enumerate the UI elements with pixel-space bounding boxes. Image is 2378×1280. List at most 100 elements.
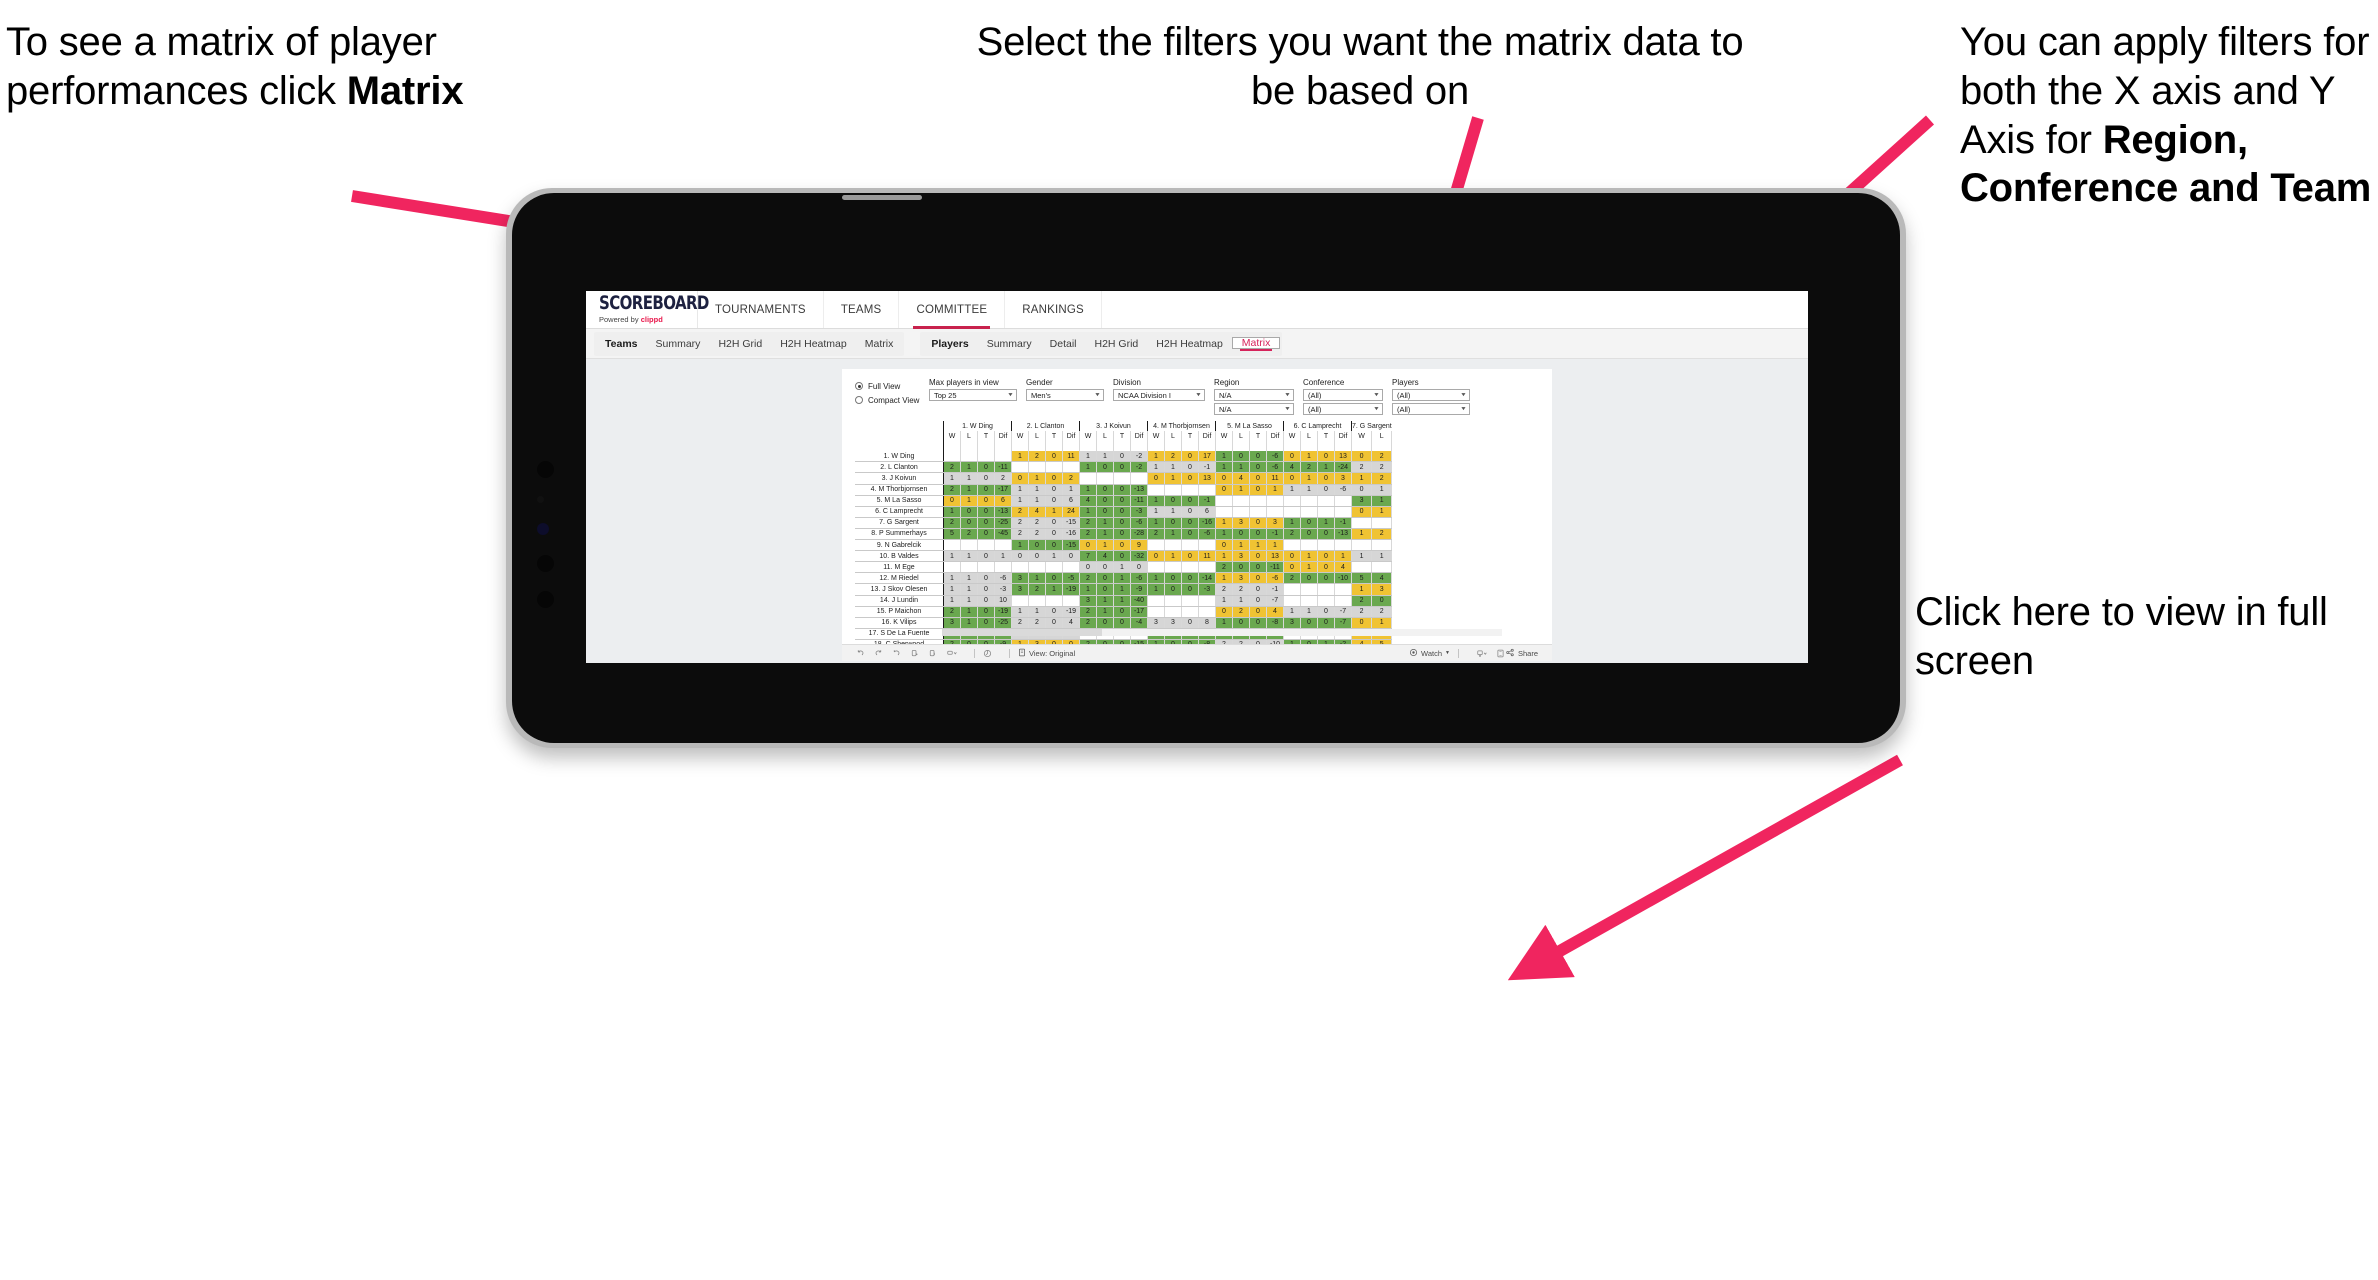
- matrix-cell[interactable]: [1181, 539, 1199, 552]
- matrix-row[interactable]: 6. C Lamprecht 1 0 0 -13 2 4 1 24 1 0 0 -3 1 1 0 6 0 1: [855, 506, 1393, 518]
- matrix-cell[interactable]: [1300, 595, 1318, 607]
- matrix-cell[interactable]: 0: [1181, 583, 1199, 596]
- matrix-cell[interactable]: 0: [1045, 617, 1063, 629]
- matrix-cell[interactable]: -11: [1130, 495, 1148, 507]
- matrix-cell[interactable]: 3: [1350, 495, 1373, 507]
- filter-gender-select[interactable]: Men's ▼: [1026, 389, 1104, 401]
- matrix-cell[interactable]: [1011, 461, 1029, 474]
- matrix-cell[interactable]: 1: [1300, 451, 1318, 463]
- matrix-cell[interactable]: 0: [977, 583, 995, 596]
- matrix-cell[interactable]: 3: [1371, 583, 1393, 596]
- matrix-cell[interactable]: 0: [1317, 606, 1335, 618]
- matrix-cell[interactable]: -1: [1266, 583, 1284, 596]
- matrix-cell[interactable]: 2: [1164, 451, 1182, 463]
- matrix-cell[interactable]: -16: [1062, 528, 1080, 541]
- matrix-cell[interactable]: 0: [1113, 539, 1131, 552]
- matrix-cell[interactable]: 0: [1164, 572, 1182, 585]
- matrix-cell[interactable]: 13: [1266, 550, 1284, 563]
- matrix-cell[interactable]: -15: [1062, 517, 1080, 529]
- matrix-cell[interactable]: 1: [1062, 484, 1080, 496]
- scrollbar-thumb[interactable]: [942, 629, 1102, 636]
- matrix-cell[interactable]: 0: [1249, 572, 1267, 585]
- matrix-cell[interactable]: 1: [1164, 461, 1182, 474]
- matrix-cell[interactable]: [960, 539, 978, 552]
- matrix-cell[interactable]: 3: [1147, 617, 1165, 629]
- matrix-cell[interactable]: 1: [1371, 495, 1393, 507]
- matrix-cell[interactable]: 0: [1062, 639, 1080, 644]
- matrix-cell[interactable]: 1: [1011, 606, 1029, 618]
- matrix-cell[interactable]: 1: [1215, 550, 1233, 563]
- matrix-cell[interactable]: [1283, 583, 1301, 596]
- matrix-cell[interactable]: 3: [1334, 472, 1352, 485]
- matrix-cell[interactable]: 2: [1028, 617, 1046, 629]
- matrix-cell[interactable]: 1: [960, 495, 978, 507]
- matrix-cell[interactable]: 0: [1045, 484, 1063, 496]
- matrix-cell[interactable]: 0: [977, 528, 995, 541]
- matrix-cell[interactable]: 1: [1113, 595, 1131, 607]
- matrix-cell[interactable]: 0: [1181, 639, 1199, 644]
- matrix-cell[interactable]: [1062, 595, 1080, 607]
- matrix-cell[interactable]: [1371, 539, 1393, 552]
- matrix-cell[interactable]: 1: [1232, 539, 1250, 552]
- matrix-cell[interactable]: [1079, 472, 1097, 485]
- matrix-cell[interactable]: 0: [1249, 639, 1267, 644]
- matrix-cell[interactable]: 3: [1232, 550, 1250, 563]
- undo-icon[interactable]: [856, 649, 865, 658]
- matrix-cell[interactable]: [1147, 606, 1165, 618]
- matrix-cell[interactable]: 1: [1215, 528, 1233, 541]
- matrix-cell[interactable]: 2: [960, 528, 978, 541]
- matrix-cell[interactable]: [1164, 606, 1182, 618]
- matrix-cell[interactable]: 0: [1113, 506, 1131, 518]
- matrix-cell[interactable]: 1: [1232, 484, 1250, 496]
- matrix-row[interactable]: 12. M Riedel 1 1 0 -6 3 1 0 -5 2 0 1 -6 1 0 0 -14 1 3 0 -6 2 0…: [855, 572, 1393, 585]
- matrix-cell[interactable]: 0: [1096, 561, 1114, 574]
- revert-icon[interactable]: [892, 649, 901, 658]
- matrix-cell[interactable]: [1147, 561, 1165, 574]
- sub-nav-teams-summary[interactable]: Summary: [647, 332, 710, 356]
- matrix-cell[interactable]: 0: [1249, 461, 1267, 474]
- matrix-cell[interactable]: 0: [1181, 495, 1199, 507]
- matrix-cell[interactable]: 1: [1215, 451, 1233, 463]
- matrix-cell[interactable]: [1147, 595, 1165, 607]
- matrix-cell[interactable]: 0: [977, 550, 995, 563]
- matrix-cell[interactable]: [1198, 595, 1216, 607]
- matrix-cell[interactable]: [1062, 561, 1080, 574]
- matrix-cell[interactable]: -11: [1266, 561, 1284, 574]
- matrix-cell[interactable]: 1: [1300, 484, 1318, 496]
- matrix-cell[interactable]: 0: [1181, 550, 1199, 563]
- view-original-control[interactable]: View: Original: [1018, 648, 1075, 659]
- fullscreen-icon[interactable]: [1496, 649, 1505, 658]
- matrix-cell[interactable]: [1028, 561, 1046, 574]
- matrix-cell[interactable]: 0: [1350, 617, 1373, 629]
- matrix-cell[interactable]: 8: [1198, 617, 1216, 629]
- matrix-cell[interactable]: [1350, 539, 1373, 552]
- matrix-row[interactable]: 15. P Maichon 2 1 0 -19 1 1 0 -19 2 1 0 -17 0 2 0 4 1 1 0 -7…: [855, 606, 1393, 618]
- matrix-cell[interactable]: 0: [977, 461, 995, 474]
- matrix-cell[interactable]: 1: [960, 572, 978, 585]
- matrix-cell[interactable]: 2: [1079, 606, 1097, 618]
- matrix-row[interactable]: 13. J Skov Olesen 1 1 0 -3 3 2 1 -19 1 0 1 -9 1 0 0 -3 2 2…: [855, 583, 1393, 596]
- matrix-cell[interactable]: 0: [1181, 617, 1199, 629]
- matrix-cell[interactable]: 2: [1232, 583, 1250, 596]
- matrix-cell[interactable]: 0: [1113, 451, 1131, 463]
- matrix-cell[interactable]: [1300, 495, 1318, 507]
- matrix-cell[interactable]: 1: [1283, 484, 1301, 496]
- matrix-cell[interactable]: [1181, 595, 1199, 607]
- matrix-row[interactable]: 8. P Summerhays 5 2 0 -45 2 2 0 -16 2 1 0 -28 2 1 0 -6 1 0…: [855, 528, 1393, 541]
- matrix-cell[interactable]: 0: [1113, 617, 1131, 629]
- filter-conference-select-x[interactable]: (All) ▼: [1303, 389, 1383, 401]
- matrix-cell[interactable]: 1: [1096, 606, 1114, 618]
- matrix-cell[interactable]: 4: [1096, 550, 1114, 563]
- matrix-cell[interactable]: 1: [1232, 461, 1250, 474]
- matrix-cell[interactable]: 1: [960, 606, 978, 618]
- matrix-cell[interactable]: 0: [1232, 528, 1250, 541]
- matrix-cell[interactable]: 0: [1300, 528, 1318, 541]
- matrix-cell[interactable]: 0: [1249, 528, 1267, 541]
- matrix-cell[interactable]: 0: [1045, 472, 1063, 485]
- matrix-cell[interactable]: 1: [943, 583, 961, 596]
- top-nav-teams[interactable]: TEAMS: [824, 291, 900, 328]
- matrix-cell[interactable]: 1: [1096, 451, 1114, 463]
- matrix-cell[interactable]: 1: [1215, 517, 1233, 529]
- matrix-cell[interactable]: 1: [1147, 517, 1165, 529]
- matrix-cell[interactable]: 13: [1334, 451, 1352, 463]
